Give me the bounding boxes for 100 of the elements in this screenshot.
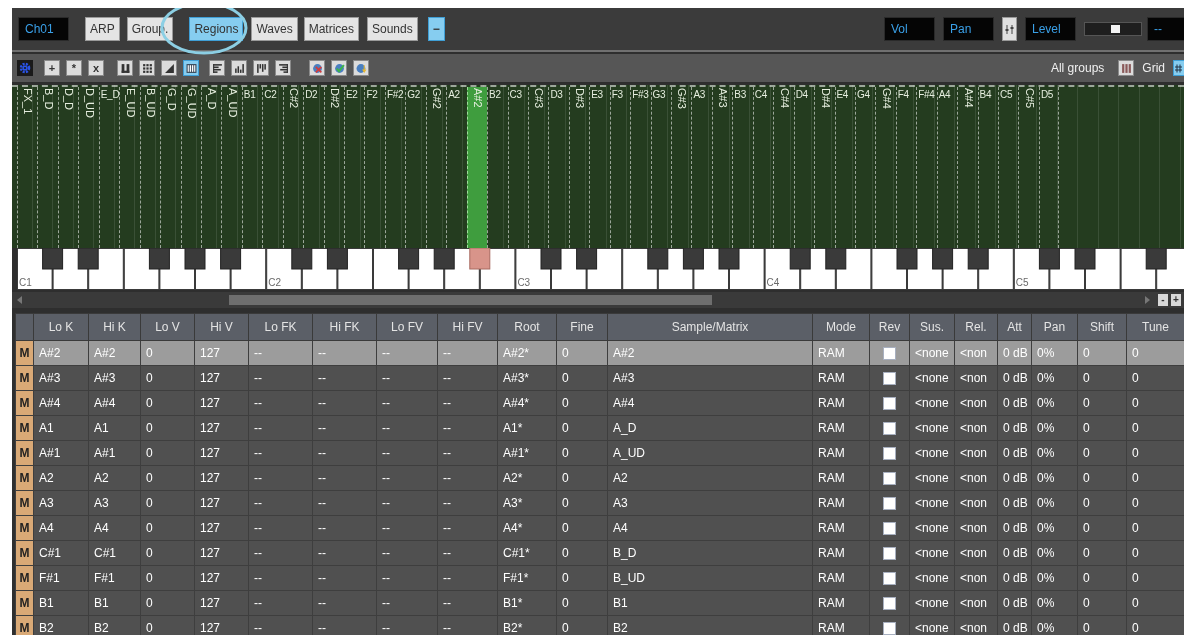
filter-label: All groups — [1050, 61, 1105, 75]
checkbox[interactable] — [883, 347, 896, 361]
column-header[interactable]: Rel. — [954, 313, 998, 341]
view-button[interactable] — [275, 60, 291, 76]
mute-button[interactable]: M — [16, 566, 33, 590]
slider-thumb[interactable] — [1110, 25, 1120, 33]
column-header[interactable]: Hi K — [88, 313, 141, 341]
table-cell: A2 — [607, 465, 813, 491]
mute-button[interactable]: M — [16, 341, 33, 365]
column-header[interactable]: Lo FV — [376, 313, 438, 341]
mute-button[interactable]: M — [16, 391, 33, 415]
scroll-left-icon[interactable] — [17, 296, 22, 304]
column-header[interactable]: Lo V — [140, 313, 195, 341]
zoom-button[interactable]: - — [1158, 294, 1168, 306]
view-button[interactable] — [117, 60, 133, 76]
keyboard-icon — [185, 62, 197, 74]
octave-label: C2 — [268, 277, 281, 288]
column-header[interactable]: Att — [997, 313, 1032, 341]
column-header[interactable]: Pan — [1031, 313, 1078, 341]
checkbox[interactable] — [883, 622, 896, 635]
edit-button[interactable]: x — [88, 60, 104, 76]
tab[interactable]: Regions — [189, 17, 244, 41]
mute-button[interactable]: M — [16, 591, 33, 615]
octave-label: C3 — [517, 277, 531, 288]
bars-right-icon — [277, 62, 289, 74]
level-field[interactable]: Level — [1025, 17, 1076, 41]
scroll-right-icon[interactable] — [1145, 296, 1150, 304]
view-button[interactable] — [209, 60, 225, 76]
groups-button[interactable] — [1118, 60, 1135, 76]
checkbox[interactable] — [883, 497, 896, 511]
column-header[interactable]: Fine — [556, 313, 608, 341]
checkbox[interactable] — [883, 447, 896, 461]
view-button[interactable] — [253, 60, 269, 76]
table-cell: A#3 — [607, 365, 813, 391]
tab[interactable]: ARP — [85, 17, 120, 41]
checkbox[interactable] — [883, 547, 896, 561]
checkbox[interactable] — [883, 472, 896, 486]
checkbox[interactable] — [883, 572, 896, 586]
check-icon — [333, 62, 345, 74]
bar-chart-icon — [233, 62, 245, 74]
checkbox[interactable] — [883, 422, 896, 436]
table-cell: A#2 — [607, 340, 813, 366]
table-cell: B_D — [607, 540, 813, 566]
mute-button[interactable]: M — [16, 616, 33, 635]
volume-field[interactable]: Vol — [884, 17, 935, 41]
grid-dots-icon — [141, 62, 153, 74]
table-cell: A#4 — [607, 390, 813, 416]
mute-button[interactable]: M — [16, 491, 33, 515]
mute-button[interactable]: M — [16, 416, 33, 440]
column-header[interactable]: Shift — [1077, 313, 1127, 341]
checkbox[interactable] — [883, 597, 896, 611]
mixer-button[interactable] — [1002, 17, 1017, 41]
bars-icon — [1120, 62, 1132, 74]
tab[interactable]: Group. — [126, 17, 174, 41]
tab[interactable]: Sounds — [367, 17, 418, 41]
mute-button[interactable]: M — [16, 366, 33, 390]
mute-button[interactable]: M — [16, 466, 33, 490]
checkbox[interactable] — [883, 372, 896, 386]
column-header[interactable]: Hi FV — [437, 313, 498, 341]
column-header[interactable]: Sample/Matrix — [607, 313, 813, 341]
view-button[interactable] — [231, 60, 247, 76]
columns-icon — [119, 62, 131, 74]
column-header[interactable]: Tune — [1126, 313, 1184, 341]
table-cell: A4 — [607, 515, 813, 541]
scrollbar-thumb[interactable] — [229, 295, 712, 305]
tab[interactable]: Matrices — [303, 17, 359, 41]
column-header[interactable]: Hi V — [194, 313, 249, 341]
channel-field[interactable]: Ch01 — [18, 17, 69, 41]
tab[interactable]: Waves — [251, 17, 298, 41]
table-cell: B_UD — [607, 565, 813, 591]
edit-button[interactable]: * — [66, 60, 82, 76]
view-button[interactable] — [139, 60, 155, 76]
table-cell: A3 — [607, 490, 813, 516]
column-header[interactable]: Rev — [869, 313, 910, 341]
mute-button[interactable]: M — [16, 541, 33, 565]
grid-button[interactable] — [1173, 60, 1184, 76]
column-header[interactable]: Hi FK — [312, 313, 377, 341]
checkbox[interactable] — [883, 397, 896, 411]
view-button[interactable] — [183, 60, 199, 76]
column-header[interactable]: Lo K — [33, 313, 89, 341]
column-header[interactable]: Mode — [812, 313, 870, 341]
view-button[interactable] — [161, 60, 177, 76]
grid-label: Grid — [1142, 61, 1165, 75]
bars-left-icon — [211, 62, 223, 74]
pan-field[interactable]: Pan — [943, 17, 994, 41]
collapse-button[interactable]: − — [427, 17, 445, 41]
value-field[interactable]: -- — [1147, 17, 1184, 41]
mute-button[interactable]: M — [16, 441, 33, 465]
column-header[interactable]: Root — [497, 313, 557, 341]
zoom-button[interactable]: + — [1171, 294, 1181, 306]
table-cell: A_UD — [607, 440, 813, 466]
mute-button[interactable]: M — [16, 516, 33, 540]
bars-down-icon — [255, 62, 267, 74]
table-cell: B1 — [607, 590, 813, 616]
edit-button[interactable]: + — [44, 60, 60, 76]
cancel-icon — [311, 62, 323, 74]
column-header[interactable]: Lo FK — [248, 313, 313, 341]
settings-button[interactable] — [17, 60, 33, 76]
column-header[interactable]: Sus. — [909, 313, 955, 341]
checkbox[interactable] — [883, 522, 896, 536]
